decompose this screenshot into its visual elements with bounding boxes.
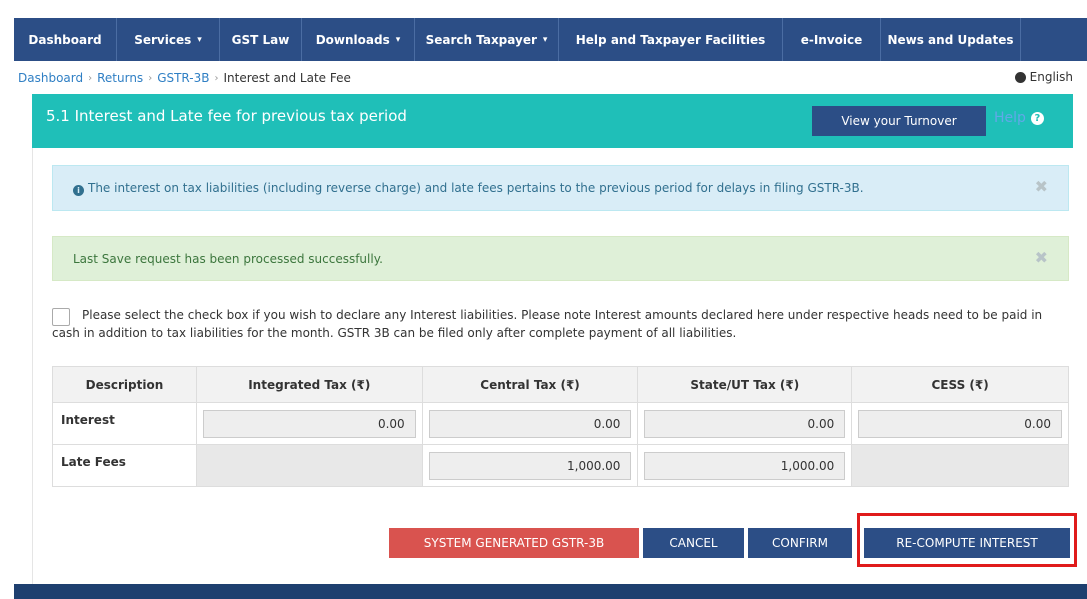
table-header-row: Description Integrated Tax (₹) Central T… <box>52 366 1069 403</box>
cell-latefee-cgst: 1,000.00 <box>421 444 639 487</box>
cell-interest-cgst: 0.00 <box>421 402 639 445</box>
confirm-button[interactable]: CONFIRM <box>748 528 852 558</box>
nav-label: Downloads <box>315 32 390 47</box>
cancel-button[interactable]: CANCEL <box>643 528 744 558</box>
interest-sgst-input[interactable]: 0.00 <box>644 409 846 438</box>
col-state-ut-tax: State/UT Tax (₹) <box>637 366 853 403</box>
nav-search-taxpayer[interactable]: Search Taxpayer ▾ <box>415 18 559 61</box>
footer-bar <box>14 584 1087 599</box>
cell-latefee-igst-disabled <box>195 444 423 487</box>
cell-latefee-cess-disabled <box>851 444 1069 487</box>
nav-news-updates[interactable]: News and Updates <box>881 18 1021 61</box>
help-link[interactable]: Help ? <box>994 110 1044 126</box>
latefee-sgst-input[interactable]: 1,000.00 <box>644 451 846 480</box>
declare-interest-checkbox[interactable] <box>52 308 70 326</box>
cell-latefee-sgst: 1,000.00 <box>637 444 853 487</box>
col-integrated-tax: Integrated Tax (₹) <box>195 366 423 403</box>
interest-igst-input[interactable]: 0.00 <box>202 409 416 438</box>
interest-latefee-table: Description Integrated Tax (₹) Central T… <box>52 366 1069 487</box>
chevron-down-icon: ▾ <box>197 34 202 45</box>
nav-label: e-Invoice <box>800 32 863 47</box>
panel-header: 5.1 Interest and Late fee for previous t… <box>32 94 1073 148</box>
interest-cgst-input[interactable]: 0.00 <box>428 409 632 438</box>
globe-icon <box>1014 71 1026 83</box>
nav-e-invoice[interactable]: e-Invoice <box>783 18 881 61</box>
col-cess: CESS (₹) <box>851 366 1069 403</box>
nav-label: GST Law <box>231 32 290 47</box>
row-label: Interest <box>52 402 197 445</box>
nav-label: Services <box>134 32 192 47</box>
success-alert-text: Last Save request has been processed suc… <box>73 252 383 266</box>
table-row-late-fees: Late Fees 1,000.00 1,000.00 <box>52 444 1069 487</box>
cell-interest-sgst: 0.00 <box>637 402 853 445</box>
help-label: Help <box>994 110 1026 126</box>
nav-label: Dashboard <box>28 32 102 47</box>
nav-services[interactable]: Services ▾ <box>117 18 220 61</box>
col-central-tax: Central Tax (₹) <box>421 366 639 403</box>
nav-gst-law[interactable]: GST Law <box>220 18 302 61</box>
chevron-down-icon: ▾ <box>395 34 401 45</box>
breadcrumb-separator: › <box>214 72 219 84</box>
interest-cess-input[interactable]: 0.00 <box>858 409 1062 438</box>
declaration-block: Please select the check box if you wish … <box>52 306 1062 342</box>
col-description: Description <box>52 366 197 403</box>
main-navbar: Dashboard Services ▾ GST Law Downloads ▾ S… <box>14 18 1087 61</box>
table-row-interest: Interest 0.00 0.00 0.00 0.00 <box>52 402 1069 445</box>
nav-help-taxpayer-facilities[interactable]: Help and Taxpayer Facilities <box>559 18 783 61</box>
nav-label: Search Taxpayer <box>425 32 537 47</box>
latefee-cgst-input[interactable]: 1,000.00 <box>428 451 632 480</box>
info-icon: i <box>73 185 84 196</box>
breadcrumb-returns[interactable]: Returns <box>97 71 143 85</box>
language-label: English <box>1029 70 1073 84</box>
system-generated-gstr3b-button[interactable]: SYSTEM GENERATED GSTR-3B <box>389 528 639 558</box>
cell-interest-cess: 0.00 <box>851 402 1069 445</box>
info-alert-text: The interest on tax liabilities (includi… <box>88 181 864 195</box>
nav-label: News and Updates <box>887 32 1014 47</box>
close-icon[interactable]: ✖ <box>1035 248 1048 267</box>
close-icon[interactable]: ✖ <box>1035 177 1048 196</box>
nav-dashboard[interactable]: Dashboard <box>14 18 117 61</box>
row-label: Late Fees <box>52 444 197 487</box>
top-strip <box>0 0 1087 18</box>
nav-downloads[interactable]: Downloads ▾ <box>302 18 415 61</box>
info-alert-text-wrap: i The interest on tax liabilities (includ… <box>73 181 864 196</box>
language-selector[interactable]: English <box>1014 70 1073 84</box>
breadcrumb: Dashboard › Returns › GSTR-3B › Interest… <box>18 70 351 86</box>
cell-interest-igst: 0.00 <box>195 402 423 445</box>
breadcrumb-gstr3b[interactable]: GSTR-3B <box>157 71 209 85</box>
success-alert: Last Save request has been processed suc… <box>52 236 1069 281</box>
page-title: 5.1 Interest and Late fee for previous t… <box>46 107 407 125</box>
chevron-down-icon: ▾ <box>542 34 548 45</box>
breadcrumb-separator: › <box>148 72 153 84</box>
info-alert: i The interest on tax liabilities (includ… <box>52 165 1069 211</box>
nav-label: Help and Taxpayer Facilities <box>575 32 766 47</box>
breadcrumb-current: Interest and Late Fee <box>223 71 351 85</box>
breadcrumb-dashboard[interactable]: Dashboard <box>18 71 83 85</box>
breadcrumb-separator: › <box>88 72 93 84</box>
question-circle-icon: ? <box>1030 111 1044 125</box>
highlight-box <box>857 513 1077 567</box>
view-turnover-button[interactable]: View your Turnover <box>812 106 986 136</box>
declaration-text: Please select the check box if you wish … <box>52 308 1043 340</box>
